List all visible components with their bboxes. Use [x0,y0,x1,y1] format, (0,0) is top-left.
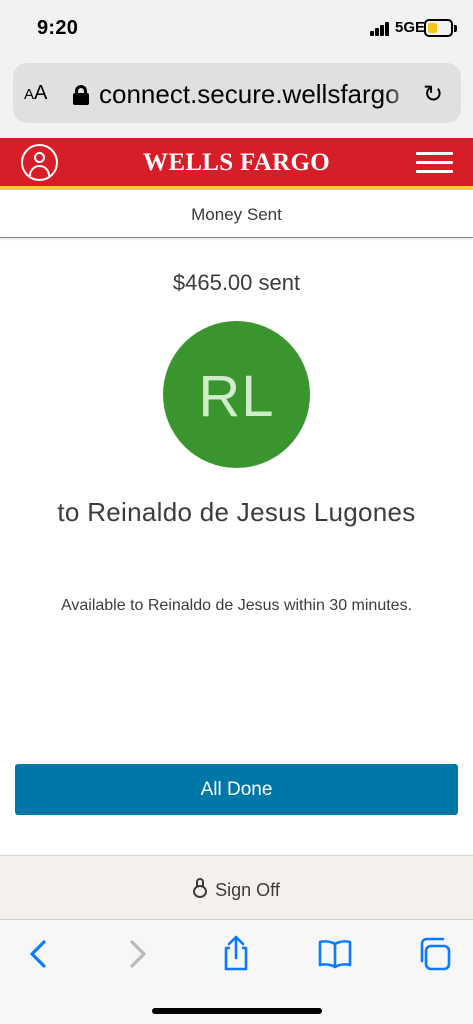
sign-off-link[interactable]: Sign Off [0,878,473,901]
sign-off-label: Sign Off [215,880,280,900]
padlock-icon [193,878,208,898]
amount-sent: $465.00 sent [172,270,301,295]
recipient-avatar: RL [163,321,310,468]
reload-icon[interactable]: ↻ [423,80,443,108]
all-done-label: All Done [200,778,273,800]
status-time: 9:20 [37,17,79,39]
url-text[interactable]: connect.secure.wellsfargo [99,79,417,110]
cellular-signal-icon [370,22,390,36]
forward-icon[interactable] [117,934,157,974]
url-fade [383,73,419,113]
back-icon[interactable] [20,934,60,974]
availability-message: Available to Reinaldo de Jesus within 30… [60,597,413,614]
browser-toolbar [0,919,473,1024]
browser-address-area: AA connect.secure.wellsfargo ↻ [0,58,473,138]
lock-icon [73,85,89,105]
hamburger-menu-icon[interactable] [416,152,453,174]
all-done-button[interactable]: All Done [15,764,458,815]
bookmarks-icon[interactable] [315,934,355,974]
reader-text-size-button[interactable]: AA [24,82,47,105]
home-indicator[interactable] [152,1008,322,1014]
recipient-name: to Reinaldo de Jesus Lugones [57,497,416,527]
battery-icon [424,19,457,37]
page-title: Money Sent [191,205,282,224]
wells-fargo-logo[interactable]: WELLS FARGO [0,149,473,177]
avatar-initials: RL [198,364,275,429]
site-header: WELLS FARGO [0,138,473,186]
network-type: 5GE [395,19,426,36]
status-bar: 9:20 5GE [0,0,473,58]
address-bar[interactable]: AA connect.secure.wellsfargo ↻ [13,63,461,123]
page-footer: Sign Off [0,855,473,919]
share-icon[interactable] [216,934,256,974]
page-header: Money Sent [0,190,473,238]
tabs-icon[interactable] [414,934,454,974]
